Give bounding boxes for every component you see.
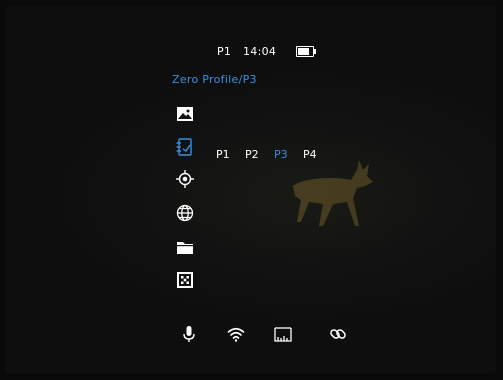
- globe-icon[interactable]: [175, 203, 195, 223]
- pixel-grid-icon[interactable]: [175, 270, 195, 290]
- wifi-icon[interactable]: [226, 324, 246, 344]
- ruler-icon[interactable]: [273, 324, 293, 344]
- clock-time: 14:04: [243, 45, 277, 58]
- background-deer-image: [293, 160, 373, 226]
- profile-option-p2[interactable]: P2: [245, 148, 259, 161]
- current-profile: P1: [217, 45, 232, 58]
- profile-option-p3[interactable]: P3: [274, 148, 288, 161]
- link-icon[interactable]: [328, 324, 348, 344]
- microphone-icon[interactable]: [179, 324, 199, 344]
- image-icon[interactable]: [175, 104, 195, 124]
- device-screen: P1 14:04 Zero Profile/P3 P1 P2 P3 P4: [5, 6, 496, 373]
- profile-option-p4[interactable]: P4: [303, 148, 317, 161]
- profile-option-p1[interactable]: P1: [216, 148, 230, 161]
- battery-icon: [296, 46, 316, 57]
- breadcrumb: Zero Profile/P3: [172, 73, 257, 86]
- folder-icon[interactable]: [175, 237, 195, 257]
- crosshair-icon[interactable]: [175, 169, 195, 189]
- zero-profile-icon[interactable]: [175, 137, 195, 157]
